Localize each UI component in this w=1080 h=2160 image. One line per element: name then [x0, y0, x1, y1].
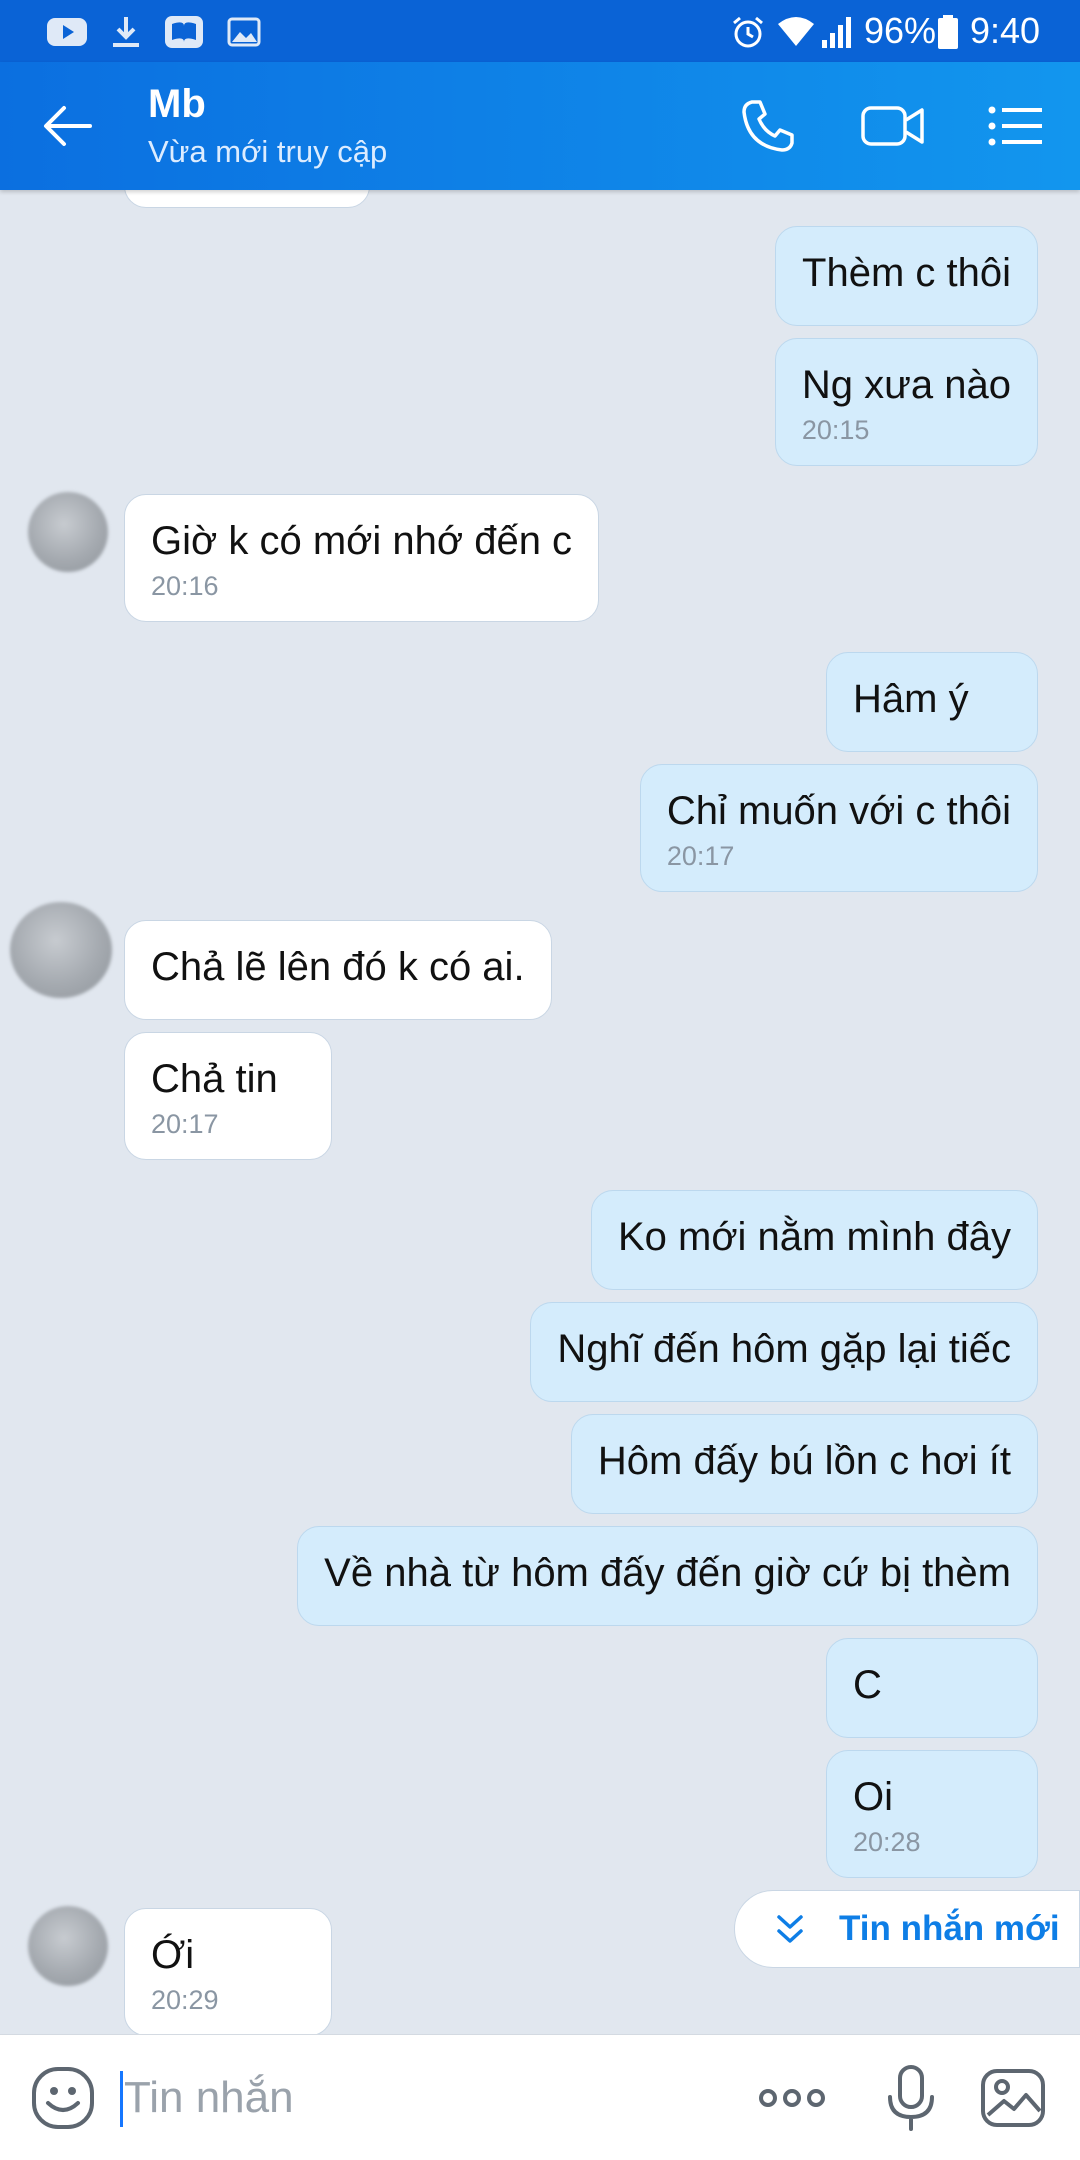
battery-percent: 96%	[864, 10, 937, 51]
message-time: 20:29	[151, 1985, 219, 2015]
message-bubble-out[interactable]: Ko mới nằm mình đây	[590, 1190, 1038, 1290]
avatar[interactable]	[10, 902, 112, 998]
message-bubble-out[interactable]: Hâm ý	[826, 652, 1038, 752]
microphone-icon[interactable]	[878, 2065, 944, 2131]
avatar[interactable]	[28, 1906, 108, 1986]
wifi-icon	[778, 17, 814, 46]
message-text: Về nhà từ hôm đấy đến giờ cứ bị thèm	[324, 1551, 1011, 1595]
message-text: Oi	[853, 1775, 893, 1819]
youtube-icon	[47, 18, 87, 46]
alarm-icon	[733, 16, 763, 48]
message-text: Chả tin	[151, 1057, 278, 1101]
message-text: Hâm ý	[853, 677, 969, 721]
message-time: 20:17	[666, 841, 735, 871]
status-bar: 96% 9:40	[0, 0, 1080, 62]
video-call-icon[interactable]	[860, 96, 926, 156]
gallery-icon[interactable]	[980, 2065, 1046, 2131]
signal-icon	[822, 17, 851, 48]
new-messages-button[interactable]: Tin nhắn mới	[734, 1890, 1080, 1968]
message-bubble-in[interactable]: Chả lẽ lên đó k có ai.	[124, 920, 552, 1020]
chat-header: Mb Vừa mới truy cập	[0, 62, 1080, 190]
message-bubble-out[interactable]: Thèm c thôi	[775, 226, 1038, 326]
message-text: Hôm đấy bú lồn c hơi ít	[597, 1439, 1011, 1483]
message-bubble-out[interactable]: Oi 20:28	[826, 1750, 1038, 1878]
message-time: 20:17	[151, 1109, 219, 1139]
message-bubble-out[interactable]: Hôm đấy bú lồn c hơi ít	[570, 1414, 1038, 1514]
message-bubble-clipped	[124, 190, 370, 208]
contact-status: Vừa mới truy cập	[148, 134, 388, 169]
message-time: 20:15	[801, 415, 870, 445]
new-messages-label: Tin nhắn mới	[839, 1909, 1060, 1948]
message-text: Chả lẽ lên đó k có ai.	[151, 945, 525, 989]
message-bubble-in[interactable]: Ới 20:29	[124, 1908, 332, 2034]
menu-list-icon[interactable]	[986, 96, 1044, 156]
back-arrow-icon[interactable]	[40, 98, 96, 154]
message-bubble-out[interactable]: Nghĩ đến hôm gặp lại tiếc	[530, 1302, 1038, 1402]
message-bubble-in[interactable]: Chả tin 20:17	[124, 1032, 332, 1160]
text-cursor	[120, 2071, 123, 2127]
composer-bar: Tin nhắn	[0, 2034, 1080, 2160]
message-time: 20:16	[151, 571, 219, 601]
message-bubble-out[interactable]: Ng xưa nào 20:15	[774, 338, 1038, 466]
contact-name[interactable]: Mb	[148, 82, 206, 127]
phone-icon[interactable]	[738, 96, 798, 156]
message-text: Ng xưa nào	[801, 363, 1011, 407]
battery-icon	[938, 15, 958, 49]
book-icon	[165, 16, 203, 48]
message-bubble-out[interactable]: C	[826, 1638, 1038, 1738]
download-icon	[113, 17, 139, 47]
image-icon	[227, 17, 261, 47]
message-bubble-out[interactable]: Về nhà từ hôm đấy đến giờ cứ bị thèm	[297, 1526, 1038, 1626]
message-bubble-in[interactable]: Giờ k có mới nhớ đến c 20:16	[124, 494, 600, 622]
message-list[interactable]: Thèm c thôi Ng xưa nào 20:15 Giờ k có mớ…	[0, 190, 1080, 2034]
more-dots-icon[interactable]	[756, 2065, 828, 2131]
message-text: Chỉ muốn với c thôi	[666, 789, 1011, 833]
message-text: Nghĩ đến hôm gặp lại tiếc	[557, 1327, 1011, 1371]
message-time: 20:28	[853, 1827, 921, 1857]
emoji-icon[interactable]	[30, 2065, 96, 2131]
message-bubble-out[interactable]: Chỉ muốn với c thôi 20:17	[639, 764, 1038, 892]
message-text: Giờ k có mới nhớ đến c	[151, 519, 573, 563]
avatar[interactable]	[28, 492, 108, 572]
message-input[interactable]: Tin nhắn	[124, 2073, 294, 2123]
chevron-down-double-icon	[777, 1915, 803, 1943]
message-text: Ko mới nằm mình đây	[617, 1215, 1011, 1259]
status-time: 9:40	[970, 10, 1041, 51]
message-text: C	[853, 1663, 882, 1707]
message-text: Ới	[151, 1933, 195, 1977]
message-text: Thèm c thôi	[802, 251, 1011, 295]
